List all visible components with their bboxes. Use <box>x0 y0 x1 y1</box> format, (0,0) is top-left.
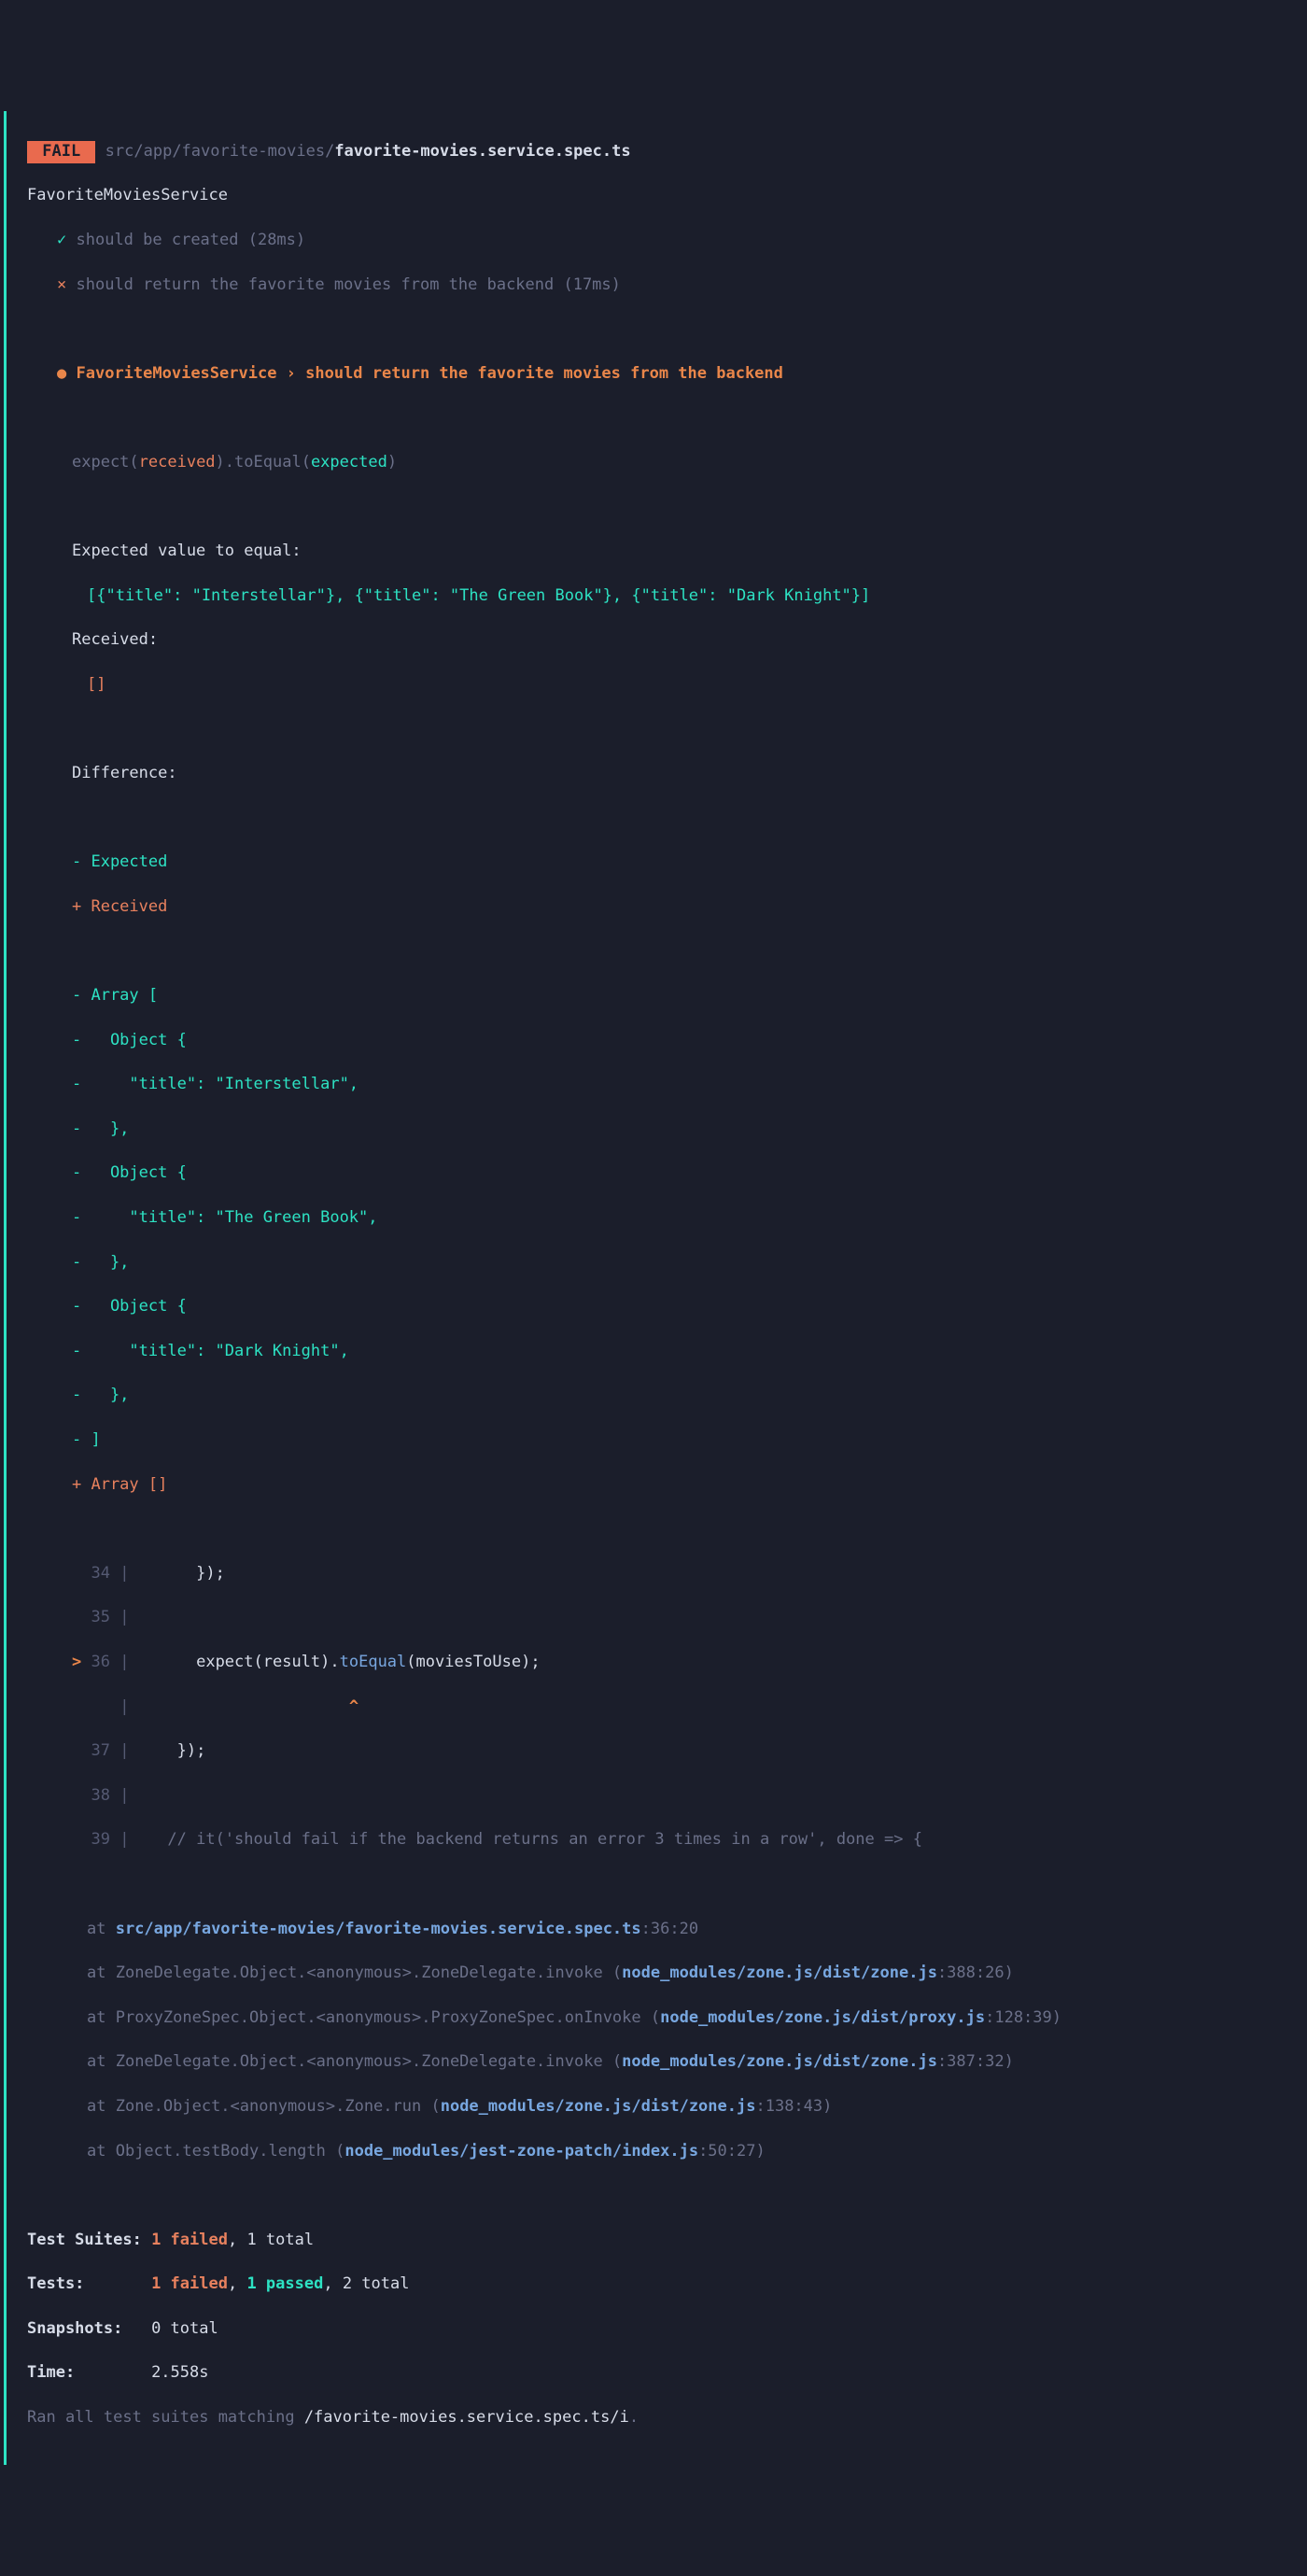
file-path-dir: src/app/favorite-movies/ <box>105 142 335 161</box>
test-output-terminal: FAIL src/app/favorite-movies/favorite-mo… <box>4 111 1307 2465</box>
summary-time: Time: 2.558s <box>7 2362 1307 2385</box>
pointer-icon: > <box>72 1653 91 1671</box>
summary-suites: Test Suites: 1 failed, 1 total <box>7 2230 1307 2252</box>
diff-line: + Array [] <box>7 1474 1307 1497</box>
received-header: Received: <box>7 629 1307 652</box>
file-header: FAIL src/app/favorite-movies/favorite-mo… <box>7 141 1307 163</box>
code-line: 38 | <box>7 1785 1307 1808</box>
diff-line: - }, <box>7 1252 1307 1274</box>
summary-tests: Tests: 1 failed, 1 passed, 2 total <box>7 2273 1307 2296</box>
diff-line: - Object { <box>7 1162 1307 1185</box>
cross-icon: × <box>57 275 66 294</box>
expected-value: [{"title": "Interstellar"}, {"title": "T… <box>7 585 1307 608</box>
expect-call-line: expect(received).toEqual(expected) <box>7 452 1307 474</box>
code-line: 34 | }); <box>7 1563 1307 1585</box>
test-fail-row: × should return the favorite movies from… <box>7 274 1307 297</box>
stack-link[interactable]: node_modules/zone.js/dist/proxy.js <box>660 2008 985 2027</box>
failure-title: ● FavoriteMoviesService › should return … <box>7 363 1307 386</box>
diff-line: - "title": "The Green Book", <box>7 1207 1307 1230</box>
code-line: 37 | }); <box>7 1740 1307 1763</box>
caret-icon: ^ <box>349 1697 358 1716</box>
test-pass-row: ✓ should be created (28ms) <box>7 230 1307 252</box>
suite-name: FavoriteMoviesService <box>7 185 1307 207</box>
diff-line: - }, <box>7 1385 1307 1407</box>
file-path-name: favorite-movies.service.spec.ts <box>334 142 630 161</box>
diff-line: - ] <box>7 1429 1307 1452</box>
stack-link[interactable]: node_modules/zone.js/dist/zone.js <box>622 1964 937 1982</box>
check-icon: ✓ <box>57 231 66 249</box>
diff-line: - "title": "Interstellar", <box>7 1074 1307 1096</box>
stack-link[interactable]: node_modules/jest-zone-patch/index.js <box>344 2142 698 2161</box>
bullet-icon: ● <box>57 364 66 383</box>
summary-snapshots: Snapshots: 0 total <box>7 2318 1307 2341</box>
stack-line: at ZoneDelegate.Object.<anonymous>.ZoneD… <box>7 2051 1307 2074</box>
stack-line: at Zone.Object.<anonymous>.Zone.run (nod… <box>7 2096 1307 2119</box>
summary-ran: Ran all test suites matching /favorite-m… <box>7 2407 1307 2429</box>
stack-link[interactable]: src/app/favorite-movies/favorite-movies.… <box>116 1920 641 1938</box>
legend-expected: - Expected <box>7 852 1307 874</box>
diff-line: - Array [ <box>7 985 1307 1007</box>
diff-line: - }, <box>7 1119 1307 1141</box>
legend-received: + Received <box>7 896 1307 919</box>
stack-line: at ZoneDelegate.Object.<anonymous>.ZoneD… <box>7 1963 1307 1985</box>
diff-line: - Object { <box>7 1296 1307 1318</box>
diff-line: - "title": "Dark Knight", <box>7 1341 1307 1363</box>
fail-badge: FAIL <box>27 141 95 163</box>
stack-line: at src/app/favorite-movies/favorite-movi… <box>7 1919 1307 1941</box>
code-line-current: > 36 | expect(result).toEqual(moviesToUs… <box>7 1652 1307 1674</box>
code-line: 39 | // it('should fail if the backend r… <box>7 1829 1307 1851</box>
expected-header: Expected value to equal: <box>7 541 1307 563</box>
stack-line: at ProxyZoneSpec.Object.<anonymous>.Prox… <box>7 2007 1307 2030</box>
code-line: 35 | <box>7 1607 1307 1629</box>
stack-link[interactable]: node_modules/zone.js/dist/zone.js <box>622 2052 937 2071</box>
diff-line: - Object { <box>7 1030 1307 1052</box>
stack-line: at Object.testBody.length (node_modules/… <box>7 2141 1307 2163</box>
code-line-caret: | ^ <box>7 1696 1307 1719</box>
stack-link[interactable]: node_modules/zone.js/dist/zone.js <box>441 2097 756 2116</box>
received-value: [] <box>7 674 1307 697</box>
difference-header: Difference: <box>7 763 1307 785</box>
